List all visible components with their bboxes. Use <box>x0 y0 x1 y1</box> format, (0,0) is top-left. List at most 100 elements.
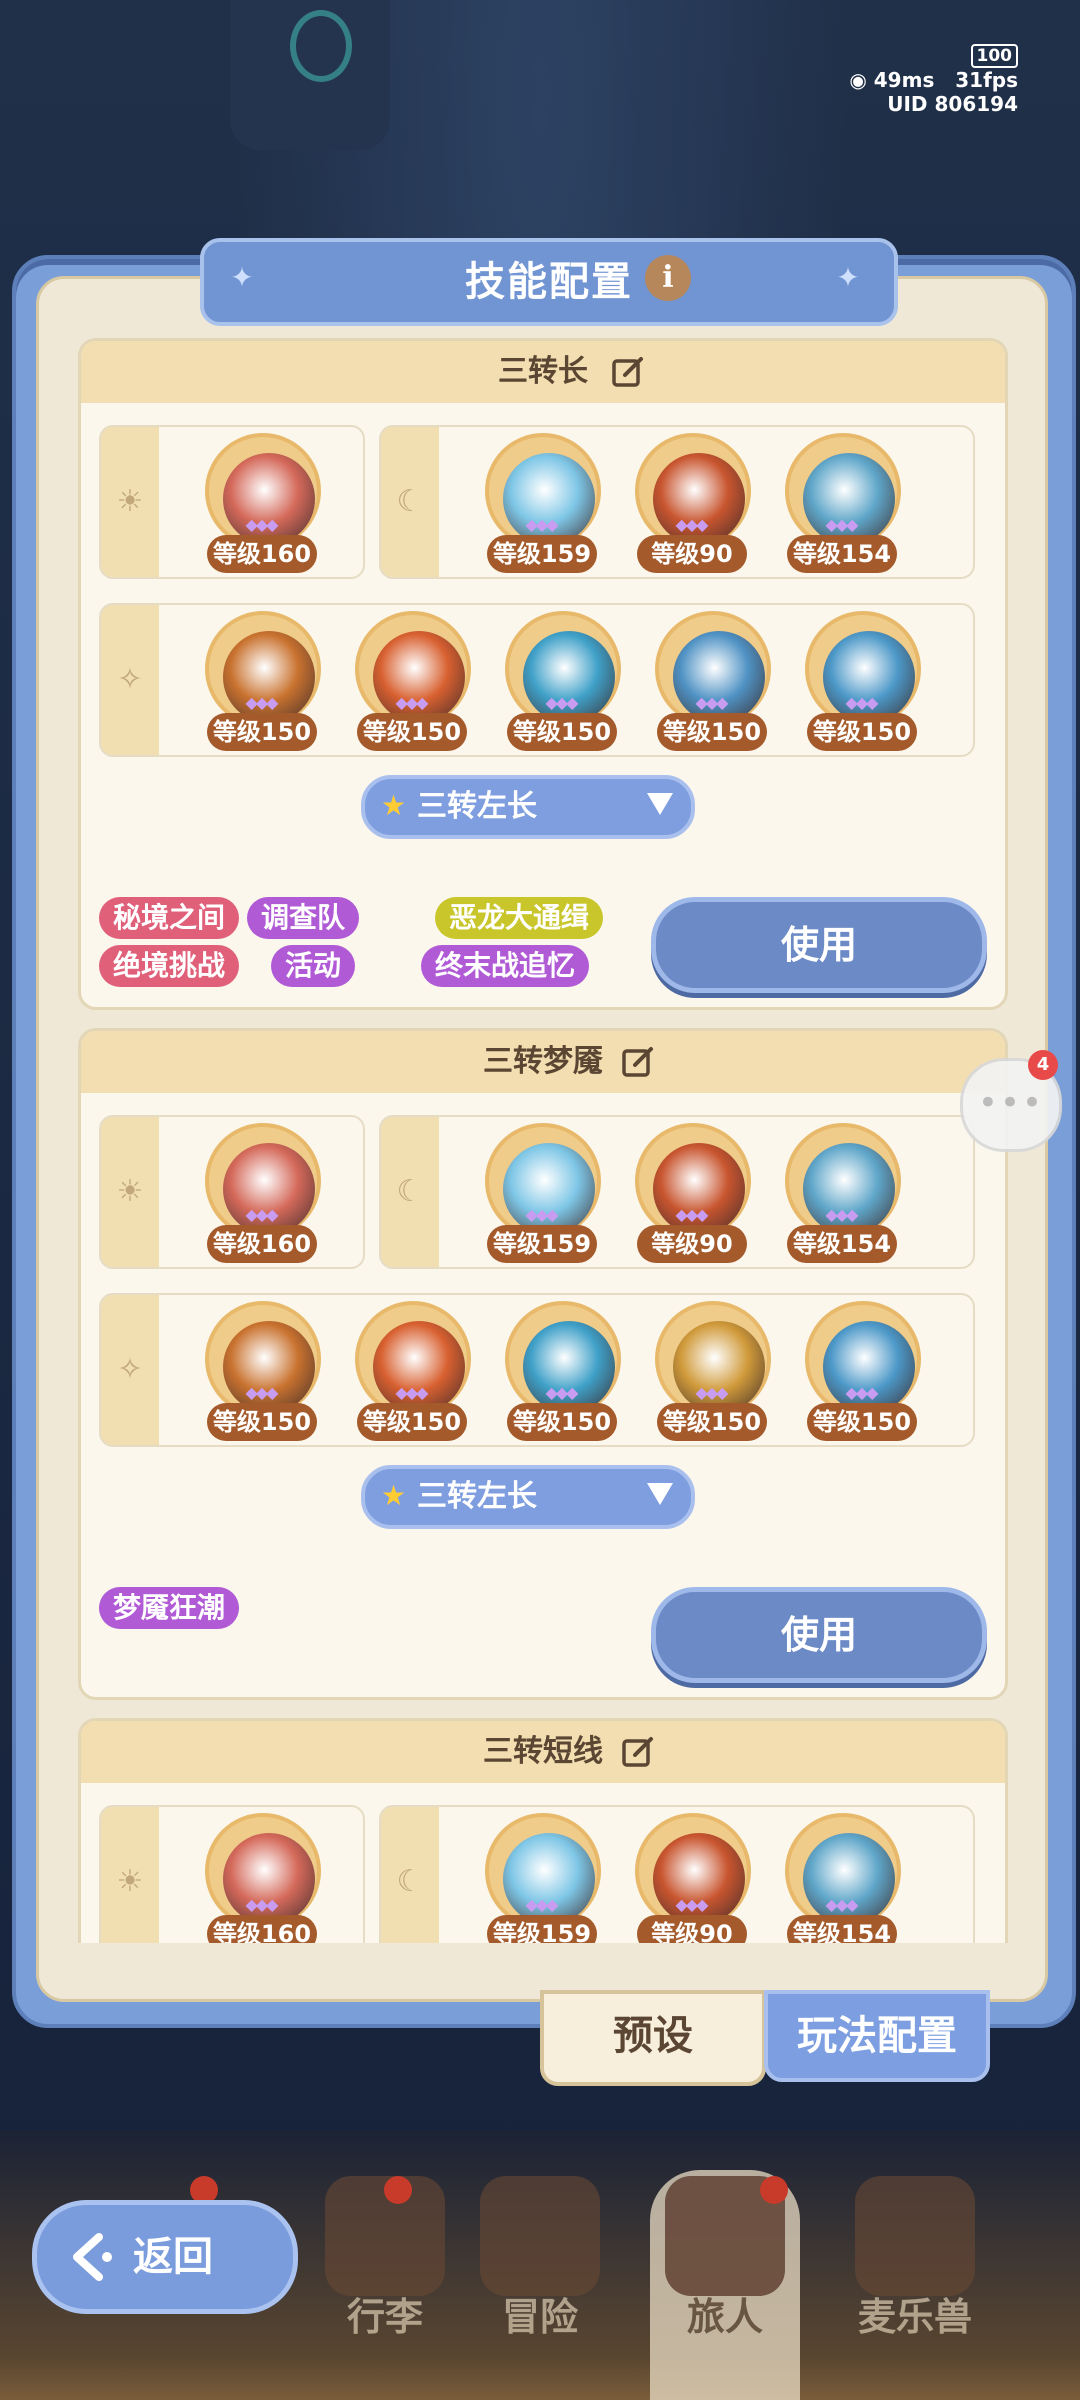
moon-skill-group: ☾ ◆◆◆ 等级159 ◆◆◆ 等级90 ◆◆◆ 等级154 <box>379 1115 975 1269</box>
skill-slot[interactable]: ◆◆◆ 等级90 <box>631 1807 751 1943</box>
tab-gameplay-label: 玩法配置 <box>797 2013 957 2059</box>
mode-tag: 终末战追忆 <box>421 945 590 987</box>
skill-stars: ◆◆◆ <box>675 515 709 534</box>
skill-slot[interactable]: ◆◆◆ 等级150 <box>501 1295 621 1445</box>
skill-slot[interactable]: ◆◆◆ 等级150 <box>351 1295 471 1445</box>
panel-title: 技能配置 <box>465 259 633 305</box>
skill-stars: ◆◆◆ <box>245 1895 279 1914</box>
nav-item-pets[interactable]: 麦乐兽 <box>830 2176 1000 2376</box>
skill-level-badge: 等级150 <box>207 1403 317 1441</box>
sun-icon: ☀ <box>116 1174 144 1209</box>
chevron-down-icon <box>647 793 673 815</box>
status-overlay: 100 ◉ 49ms 31fps UID 806194 <box>849 42 1018 116</box>
moon-icon: ☾ <box>396 484 424 519</box>
use-button[interactable]: 使用 <box>651 897 987 993</box>
skill-level-badge: 等级150 <box>507 1403 617 1441</box>
info-icon[interactable]: i <box>645 255 691 301</box>
skill-slot[interactable]: ◆◆◆ 等级150 <box>801 1295 921 1445</box>
use-button-label: 使用 <box>780 1613 857 1657</box>
spark-slot-tab: ✧ <box>101 1295 159 1445</box>
skill-slot[interactable]: ◆◆◆ 等级150 <box>651 605 771 755</box>
skill-level-badge: 等级159 <box>487 1915 597 1943</box>
moon-slot-tab: ☾ <box>381 1807 439 1943</box>
pet-icon <box>855 2176 975 2296</box>
tab-preset-label: 预设 <box>613 2013 693 2059</box>
nav-item-traveler[interactable]: 旅人 <box>640 2176 810 2376</box>
moon-icon: ☾ <box>396 1864 424 1899</box>
skill-level-badge: 等级154 <box>787 1225 897 1263</box>
skill-level-badge: 等级150 <box>507 713 617 751</box>
config-card: 三转长 ☀ ◆◆◆ 等级160 ☾ ◆◆◆ 等级159 ◆◆◆ 等级90 ◆◆◆ 等级154 ✧ ◆◆◆… <box>78 338 1008 1010</box>
edit-icon[interactable] <box>611 355 645 389</box>
skill-slot[interactable]: ◆◆◆ 等级159 <box>481 1807 601 1943</box>
skill-slot[interactable]: ◆◆◆ 等级150 <box>801 605 921 755</box>
battery-indicator: 100 <box>970 44 1018 68</box>
edit-icon[interactable] <box>621 1045 655 1079</box>
sun-slot-tab: ☀ <box>101 1807 159 1943</box>
skill-slot[interactable]: ◆◆◆ 等级160 <box>201 1117 321 1267</box>
moon-skill-group: ☾ ◆◆◆ 等级159 ◆◆◆ 等级90 ◆◆◆ 等级154 <box>379 425 975 579</box>
sun-skill-group: ☀ ◆◆◆ 等级160 <box>99 425 365 579</box>
skill-slot[interactable]: ◆◆◆ 等级160 <box>201 427 321 577</box>
skill-slot[interactable]: ◆◆◆ 等级159 <box>481 427 601 577</box>
preset-selector-dropdown[interactable]: ★ 三转左长 <box>361 775 695 839</box>
skill-slot[interactable]: ◆◆◆ 等级90 <box>631 1117 751 1267</box>
preset-selector-dropdown[interactable]: ★ 三转左长 <box>361 1465 695 1529</box>
skill-stars: ◆◆◆ <box>395 693 429 712</box>
nav-label: 行李 <box>346 2295 423 2339</box>
spark-slot-tab: ✧ <box>101 605 159 755</box>
moon-icon: ☾ <box>396 1174 424 1209</box>
skill-level-badge: 等级150 <box>807 1403 917 1441</box>
skill-stars: ◆◆◆ <box>545 1383 579 1402</box>
skill-slot[interactable]: ◆◆◆ 等级154 <box>781 427 901 577</box>
edit-icon[interactable] <box>621 1735 655 1769</box>
crossed-swords-icon <box>480 2176 600 2296</box>
skill-slot[interactable]: ◆◆◆ 等级159 <box>481 1117 601 1267</box>
nav-label: 冒险 <box>501 2295 578 2339</box>
moon-slot-tab: ☾ <box>381 1117 439 1267</box>
mode-tag: 调查队 <box>247 897 360 939</box>
skill-slot[interactable]: ◆◆◆ 等级160 <box>201 1807 321 1943</box>
skill-slot[interactable]: ◆◆◆ 等级154 <box>781 1807 901 1943</box>
skill-slot[interactable]: ◆◆◆ 等级90 <box>631 427 751 577</box>
skill-slot[interactable]: ◆◆◆ 等级154 <box>781 1117 901 1267</box>
skill-slot[interactable]: ◆◆◆ 等级150 <box>351 605 471 755</box>
sun-skill-group: ☀ ◆◆◆ 等级160 <box>99 1115 365 1269</box>
nav-item-adventure[interactable]: 冒险 <box>455 2176 625 2376</box>
skill-slot[interactable]: ◆◆◆ 等级150 <box>501 605 621 755</box>
skill-stars: ◆◆◆ <box>525 515 559 534</box>
use-button-label: 使用 <box>780 923 857 967</box>
chevron-down-icon <box>647 1483 673 1505</box>
mode-tag: 活动 <box>271 945 356 987</box>
skill-stars: ◆◆◆ <box>845 1383 879 1402</box>
tab-preset[interactable]: 预设 <box>540 1990 766 2086</box>
skill-slot[interactable]: ◆◆◆ 等级150 <box>201 605 321 755</box>
skill-stars: ◆◆◆ <box>525 1895 559 1914</box>
skill-level-badge: 等级150 <box>657 713 767 751</box>
skill-level-badge: 等级159 <box>487 1225 597 1263</box>
use-button[interactable]: 使用 <box>651 1587 987 1683</box>
skill-slot[interactable]: ◆◆◆ 等级150 <box>201 1295 321 1445</box>
skill-level-badge: 等级150 <box>207 713 317 751</box>
config-list[interactable]: 三转长 ☀ ◆◆◆ 等级160 ☾ ◆◆◆ 等级159 ◆◆◆ 等级90 ◆◆◆ 等级154 ✧ ◆◆◆… <box>78 338 1008 1943</box>
skill-level-badge: 等级159 <box>487 535 597 573</box>
skill-stars: ◆◆◆ <box>825 515 859 534</box>
skill-stars: ◆◆◆ <box>395 1383 429 1402</box>
skill-stars: ◆◆◆ <box>245 693 279 712</box>
star-icon: ★ <box>381 1479 407 1512</box>
preset-selector-label: 三转左长 <box>417 789 537 824</box>
spark-skill-group: ✧ ◆◆◆ 等级150 ◆◆◆ 等级150 ◆◆◆ 等级150 ◆◆◆ 等级150 ◆◆◆ 等级15… <box>99 603 975 757</box>
nav-item-bag[interactable]: 行李 <box>300 2176 470 2376</box>
skill-stars: ◆◆◆ <box>245 1383 279 1402</box>
preset-selector-label: 三转左长 <box>417 1479 537 1514</box>
config-card: 三转梦魇 ☀ ◆◆◆ 等级160 ☾ ◆◆◆ 等级159 ◆◆◆ 等级90 ◆◆◆ 等级154 ✧ ◆◆… <box>78 1028 1008 1700</box>
sun-icon: ☀ <box>116 1864 144 1899</box>
back-button[interactable]: 返回 <box>32 2200 298 2314</box>
skill-level-badge: 等级160 <box>207 1915 317 1943</box>
skill-slot[interactable]: ◆◆◆ 等级150 <box>651 1295 771 1445</box>
skill-stars: ◆◆◆ <box>845 693 879 712</box>
tab-gameplay-config[interactable]: 玩法配置 <box>764 1990 990 2082</box>
skill-stars: ◆◆◆ <box>825 1205 859 1224</box>
sparkle-icon: ✦ <box>836 261 860 294</box>
skill-stars: ◆◆◆ <box>675 1895 709 1914</box>
